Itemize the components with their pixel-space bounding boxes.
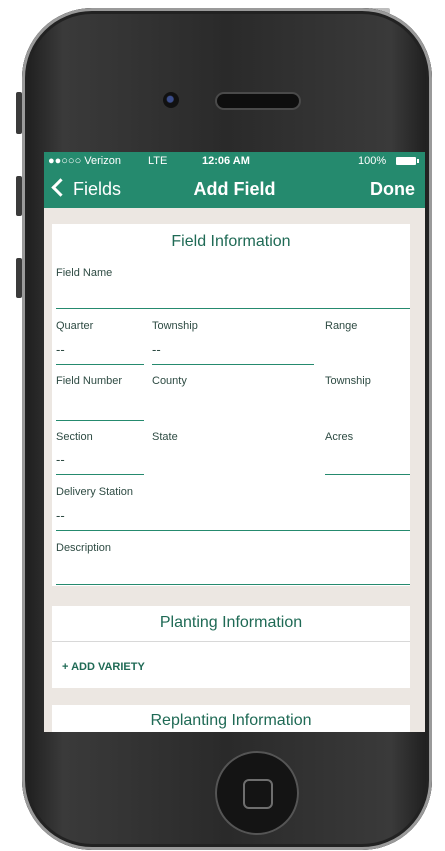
battery-percent: 100% xyxy=(358,155,387,167)
planting-information-card: Planting Information + ADD VARIETY xyxy=(52,606,410,688)
township-input[interactable] xyxy=(152,364,314,365)
home-button[interactable] xyxy=(215,751,299,835)
planting-information-title: Planting Information xyxy=(159,614,303,631)
clock-label: 12:06 AM xyxy=(202,155,250,167)
township2-label: Township xyxy=(325,375,371,387)
acres-label: Acres xyxy=(325,431,354,443)
home-square-icon xyxy=(243,779,273,809)
county-label: County xyxy=(152,375,187,387)
carrier-label: ●●○○○ Verizon xyxy=(48,155,121,167)
field-information-title: Field Information xyxy=(171,233,291,250)
township-label: Township xyxy=(152,320,198,332)
page-title: Add Field xyxy=(193,179,276,199)
description-input[interactable] xyxy=(56,584,410,585)
quarter-value: -- xyxy=(56,342,65,357)
delivery-station-value: -- xyxy=(56,508,65,523)
description-label: Description xyxy=(56,542,112,554)
quarter-input[interactable] xyxy=(56,364,144,365)
section-value: -- xyxy=(56,452,65,467)
field-name-label: Field Name xyxy=(56,267,113,279)
add-variety-button[interactable]: + ADD VARIETY xyxy=(62,661,145,673)
township-value: -- xyxy=(152,342,161,357)
camera-icon xyxy=(163,92,179,108)
replanting-information-title: Replanting Information xyxy=(150,712,312,729)
app-screen: ●●○○○ Verizon LTE 12:06 AM 100% Fields A… xyxy=(44,152,425,732)
done-button[interactable]: Done xyxy=(370,179,415,200)
field-name-input[interactable] xyxy=(56,308,410,309)
planting-divider xyxy=(52,641,410,642)
replanting-information-card: Replanting Information xyxy=(52,705,410,732)
battery-icon xyxy=(396,157,419,165)
network-label: LTE xyxy=(148,155,168,167)
acres-input[interactable] xyxy=(325,474,410,475)
status-bar: ●●○○○ Verizon LTE 12:06 AM 100% xyxy=(44,152,425,170)
field-information-card: Field Information Field Name Quarter -- … xyxy=(52,224,410,586)
nav-bar: Fields Add Field Done xyxy=(44,170,425,208)
delivery-station-label: Delivery Station xyxy=(56,486,134,498)
section-label: Section xyxy=(56,431,93,443)
state-label: State xyxy=(152,431,178,443)
delivery-station-input[interactable] xyxy=(56,530,410,531)
section-input[interactable] xyxy=(56,474,144,475)
range-label: Range xyxy=(325,320,358,332)
quarter-label: Quarter xyxy=(56,320,94,332)
field-number-label: Field Number xyxy=(56,375,123,387)
field-number-input[interactable] xyxy=(56,420,144,421)
speaker-grille xyxy=(217,94,299,108)
